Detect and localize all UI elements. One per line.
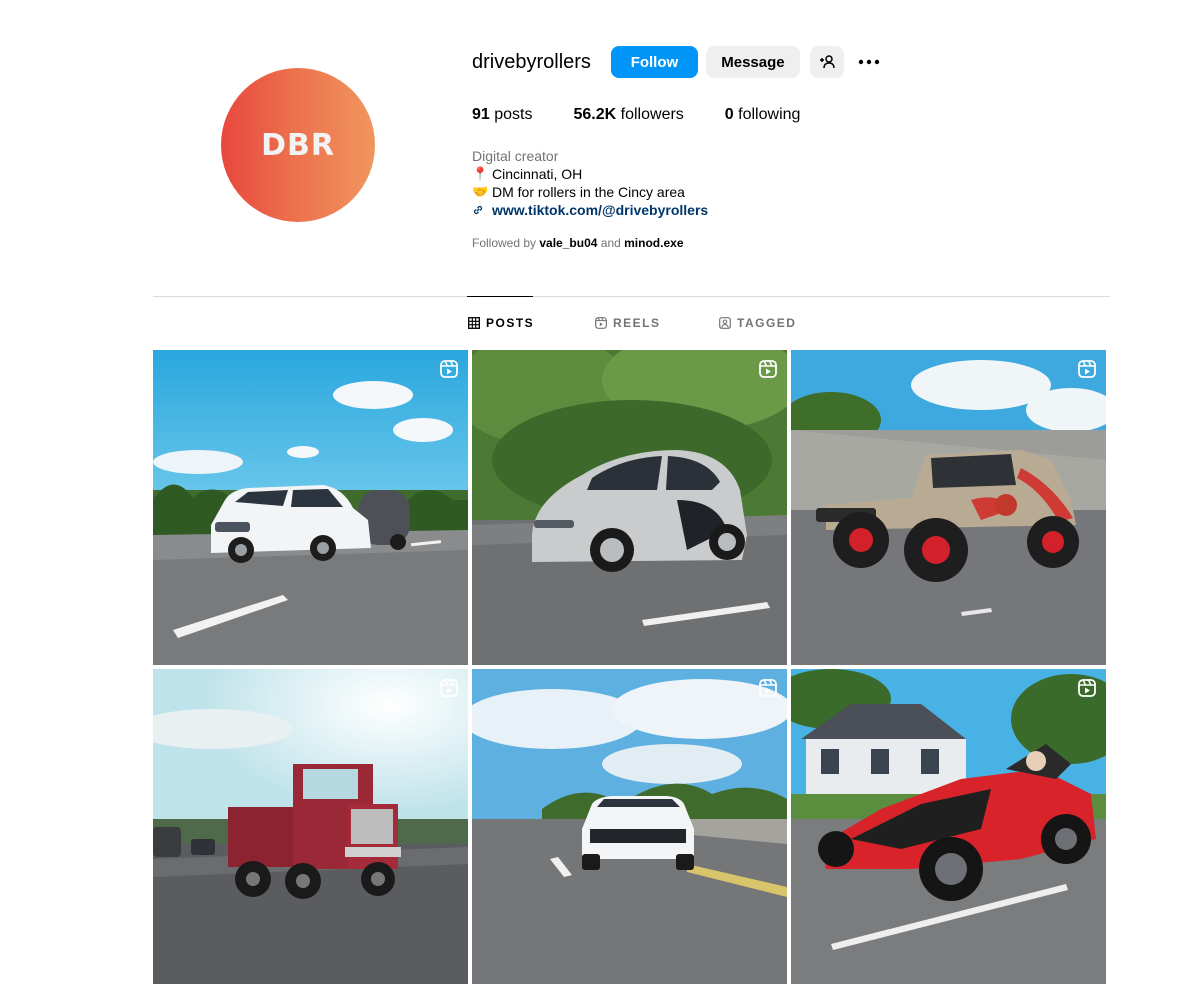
post-tile[interactable] [472,350,787,665]
follow-button[interactable]: Follow [610,46,698,78]
reel-icon [440,679,458,697]
post-image-cadillac [472,669,787,984]
post-tile[interactable] [791,350,1106,665]
suggest-accounts-button[interactable] [809,46,844,78]
post-tile[interactable] [153,350,468,665]
post-image-jeep [791,350,1106,665]
follower-name-1: vale_bu04 [539,236,598,250]
handshake-icon: 🤝 [472,184,489,199]
reel-icon [1078,679,1096,697]
profile-bio: Digital creator 📍 Cincinnati, OH 🤝 DM fo… [472,147,708,219]
profile-stats: 91 posts 56.2K followers 0 following [472,106,841,124]
tagged-icon [719,317,731,329]
post-tile[interactable] [791,669,1106,984]
reel-icon [440,360,458,378]
bio-dm-line: 🤝 DM for rollers in the Cincy area [472,184,685,200]
bio-location: 📍 Cincinnati, OH [472,166,583,182]
pin-icon: 📍 [472,166,489,181]
post-image-smart-car [472,350,787,665]
message-button[interactable]: Message [705,46,800,78]
post-image-mack-truck [153,669,468,984]
avatar-logo-text: DBR [261,127,335,163]
post-tile[interactable] [472,669,787,984]
more-options-button[interactable] [854,46,884,78]
reel-icon [759,360,777,378]
tab-posts[interactable]: POSTS [468,316,534,330]
follower-name-2: minod.exe [624,236,684,250]
bio-category: Digital creator [472,148,559,164]
tab-tagged[interactable]: TAGGED [719,316,796,330]
post-tile[interactable] [153,669,468,984]
link-icon [472,204,492,216]
followed-by[interactable]: Followed by vale_bu04 and minod.exe [472,236,684,250]
bio-website-link[interactable]: www.tiktok.com/@drivebyrollers [472,201,708,219]
profile-header: drivebyrollers Follow Message [472,45,884,79]
grid-icon [468,317,480,329]
reel-icon [1078,360,1096,378]
tab-reels[interactable]: REELS [595,316,661,330]
tabs-divider [153,296,1110,297]
username: drivebyrollers [472,50,591,73]
followers-stat[interactable]: 56.2K followers [574,106,684,124]
reels-icon [595,317,607,329]
post-image-slingshot [791,669,1106,984]
post-image-white-suv [153,350,468,665]
more-horizontal-icon [858,59,880,65]
following-stat[interactable]: 0 following [725,106,801,124]
profile-tabs: POSTS REELS TAGGED [0,316,1200,334]
active-tab-indicator [467,296,533,297]
reel-icon [759,679,777,697]
profile-avatar[interactable]: DBR [221,68,375,222]
posts-stat: 91 posts [472,106,533,123]
add-person-icon [819,55,835,69]
